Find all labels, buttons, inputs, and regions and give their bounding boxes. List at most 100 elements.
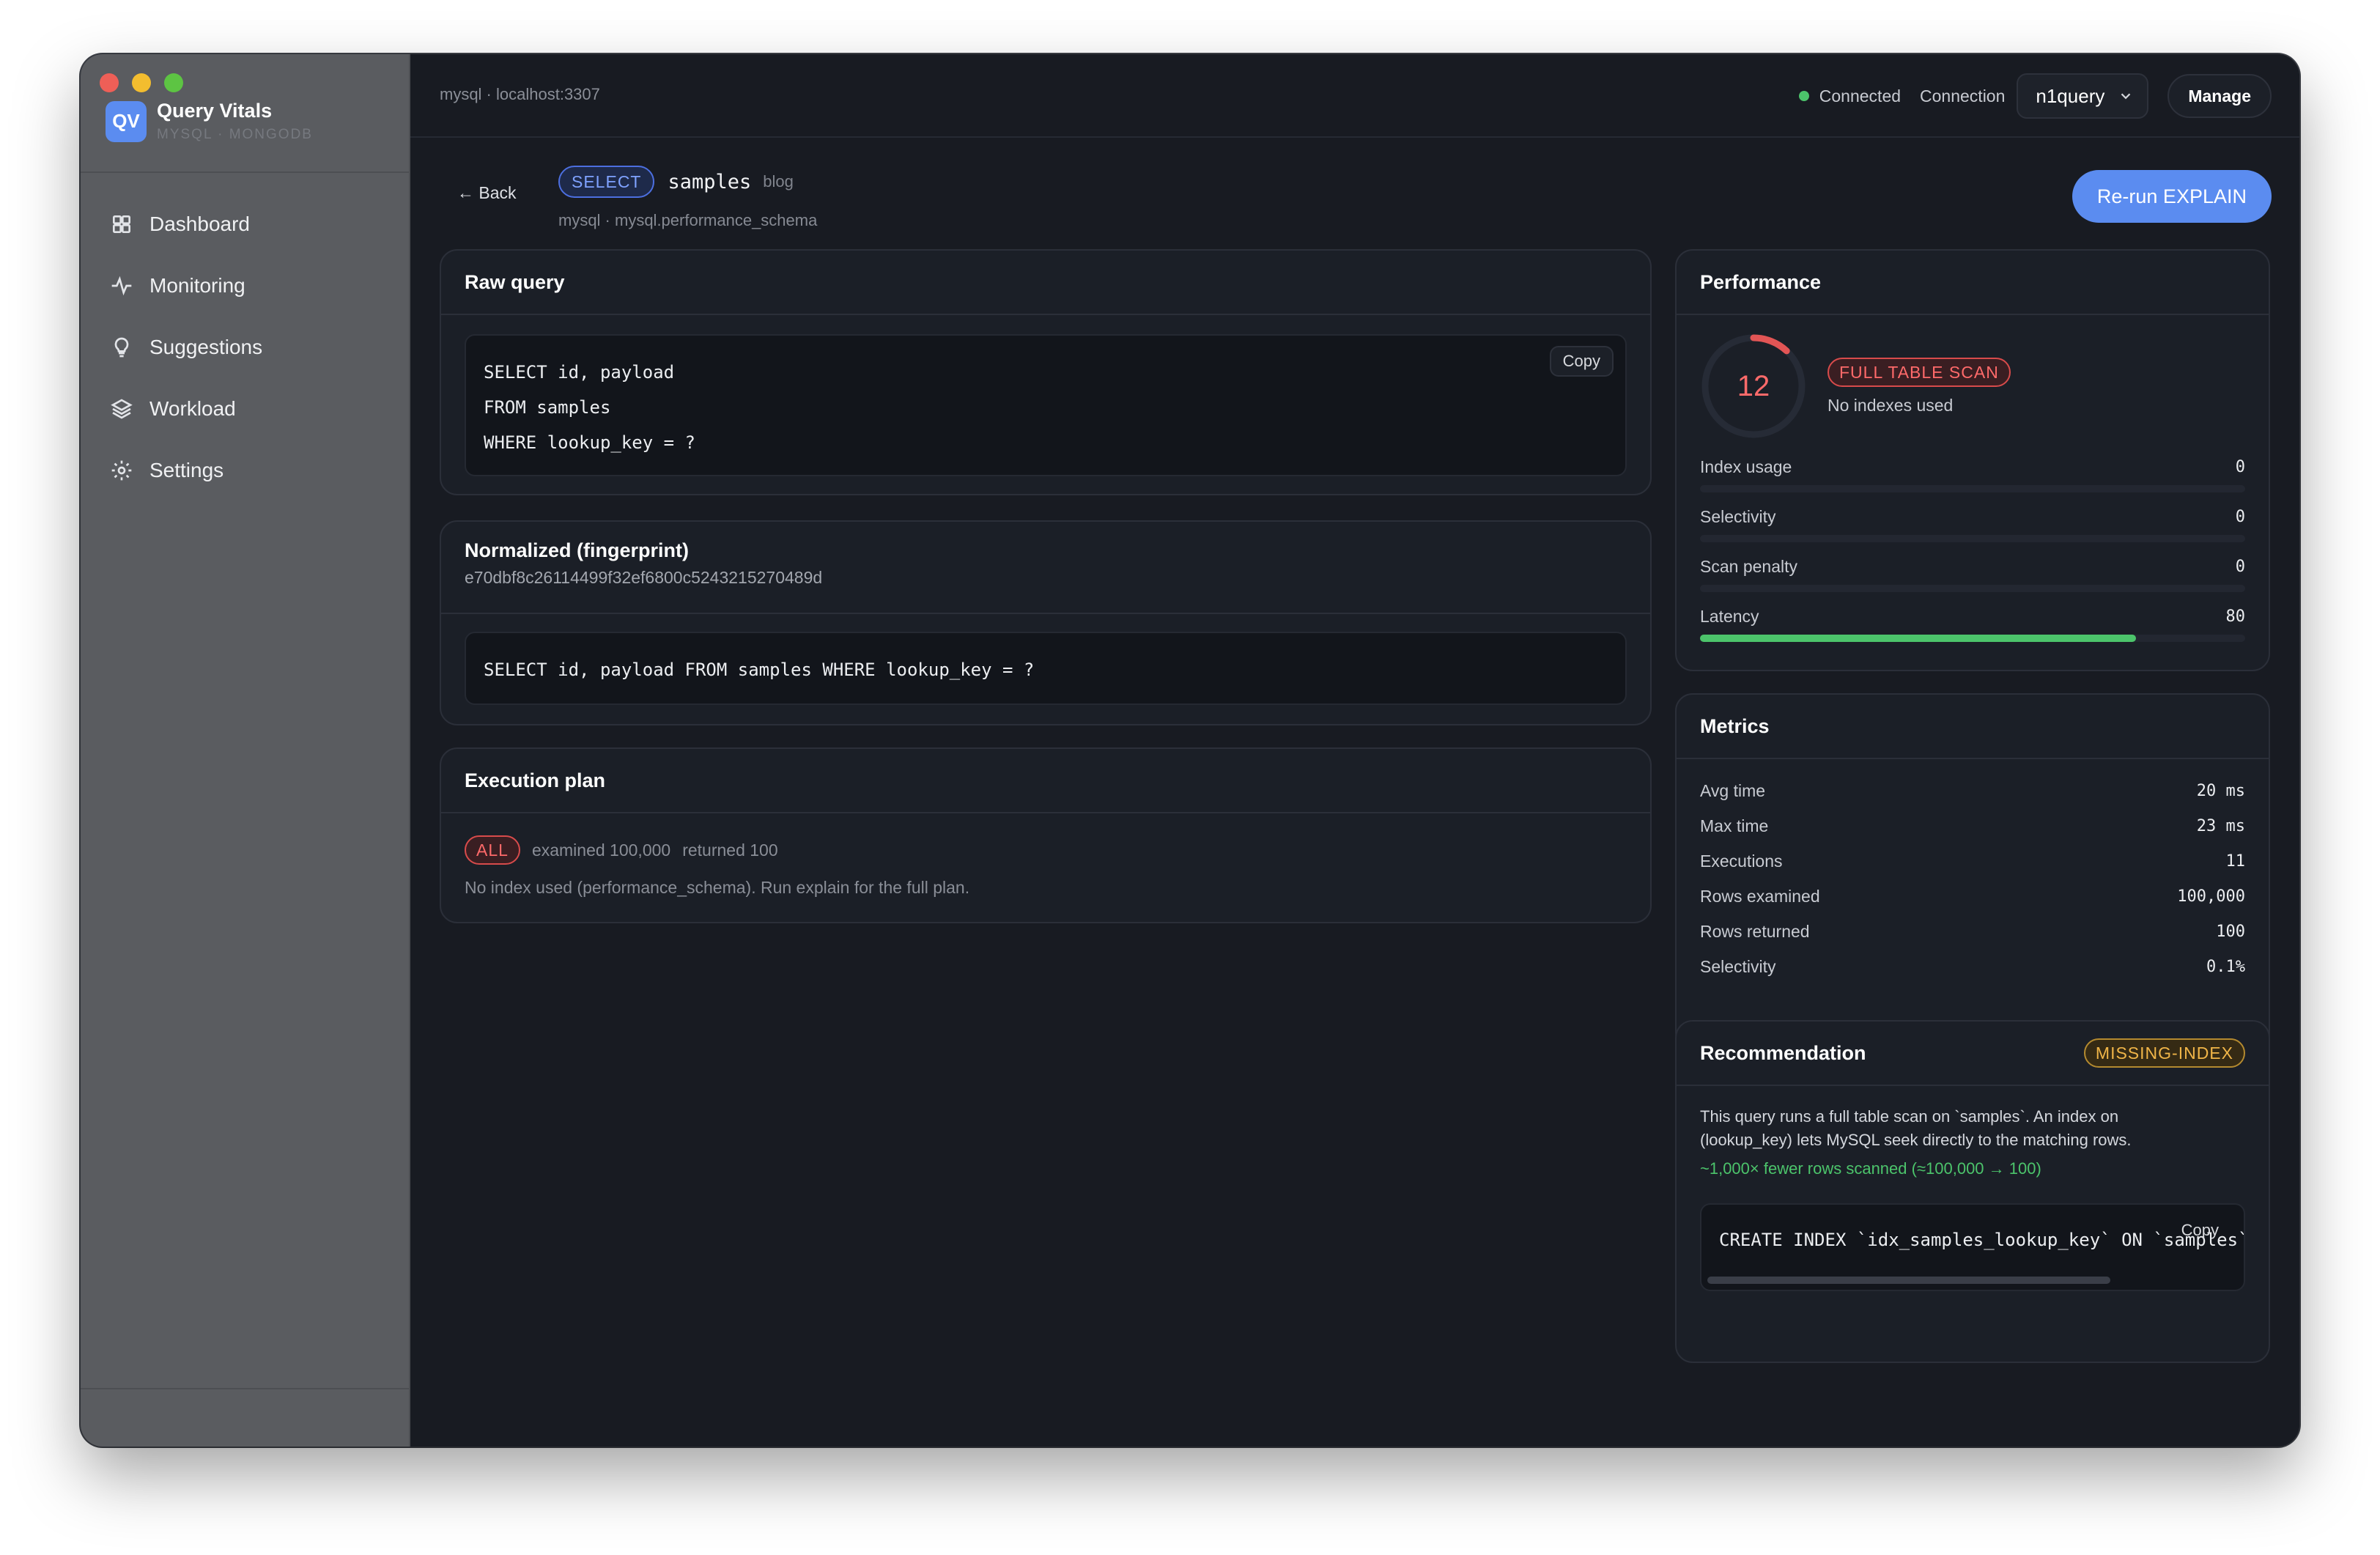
recommendation-impact: ~1,000× fewer rows scanned (≈100,000 → 1… <box>1700 1159 2041 1178</box>
connection-select-value: n1query <box>2036 84 2105 107</box>
query-database: blog <box>763 172 794 191</box>
perf-bar-track <box>1700 585 2245 592</box>
metric-value: 100 <box>2216 923 2245 941</box>
metric-value: 23 ms <box>2196 817 2245 835</box>
minimize-window-button[interactable] <box>132 73 151 92</box>
card-title: Raw query <box>465 270 565 293</box>
app-name: Query Vitals <box>157 100 273 122</box>
horizontal-scrollbar[interactable] <box>1707 1277 2110 1284</box>
copy-sql-button[interactable]: Copy <box>2168 1215 2232 1246</box>
chevron-down-icon <box>2121 93 2131 100</box>
perf-label: Scan penalty <box>1700 557 1797 576</box>
sidebar-item-suggestions[interactable]: Suggestions <box>98 317 391 378</box>
manage-button[interactable]: Manage <box>2168 74 2272 118</box>
sidebar-item-settings[interactable]: Settings <box>98 440 391 501</box>
metric-label: Max time <box>1700 816 1769 835</box>
metric-row: Rows examined 100,000 <box>1700 887 2245 906</box>
metric-row: Executions 11 <box>1700 852 2245 871</box>
metric-row: Selectivity 0.1% <box>1700 957 2245 977</box>
sidebar-item-dashboard[interactable]: Dashboard <box>98 193 391 255</box>
normalized-query-code: SELECT id, payload FROM samples WHERE lo… <box>465 632 1627 705</box>
perf-row-index-usage: Index usage 0 <box>1700 457 2245 477</box>
query-source: mysql · mysql.performance_schema <box>558 211 818 229</box>
performance-card: Performance 12 FULL TABLE SCAN No indexe… <box>1675 249 2270 671</box>
sidebar-footer-divider <box>81 1388 409 1389</box>
perf-label: Index usage <box>1700 457 1792 476</box>
app-window: QV Query Vitals MYSQL · MONGODB Dashboar… <box>81 54 2299 1447</box>
code-line: WHERE lookup_key = ? <box>484 432 695 453</box>
fingerprint-hash: e70dbf8c26114499f32ef6800c5243215270489d <box>465 568 823 587</box>
close-window-button[interactable] <box>100 73 119 92</box>
recommendation-text-line: (lookup_key) lets MySQL seek directly to… <box>1700 1131 2132 1149</box>
pulse-icon <box>111 276 132 296</box>
card-title: Execution plan <box>465 769 606 791</box>
perf-label: Latency <box>1700 607 1759 626</box>
perf-row-selectivity: Selectivity 0 <box>1700 507 2245 527</box>
raw-query-code: SELECT id, payload FROM samples WHERE lo… <box>465 334 1627 476</box>
perf-row-scan-penalty: Scan penalty 0 <box>1700 557 2245 577</box>
connection-label: Connection <box>1920 86 2006 106</box>
connection-status: Connected <box>1819 86 1902 106</box>
brand: QV Query Vitals MYSQL · MONGODB <box>106 100 313 143</box>
card-title: Metrics <box>1700 714 1770 737</box>
main-content: mysql · localhost:3307 Connected Connect… <box>410 54 2299 1447</box>
query-type-badge: SELECT <box>558 166 655 198</box>
window-controls <box>100 73 183 92</box>
score-gauge: 12 <box>1699 331 1808 441</box>
card-title: Recommendation <box>1700 1041 1866 1064</box>
metric-value: 100,000 <box>2177 887 2245 906</box>
perf-value: 0 <box>2235 558 2245 576</box>
sql-line: CREATE INDEX `idx_samples_lookup_key` ON… <box>1719 1230 2245 1250</box>
rows-examined: examined 100,000 <box>531 840 671 860</box>
recommendation-sql-code: CREATE INDEX `idx_samples_lookup_key` ON… <box>1700 1203 2245 1291</box>
metric-label: Avg time <box>1700 781 1766 800</box>
metrics-card: Metrics Avg time 20 ms Max time 23 ms Ex… <box>1675 693 2270 1051</box>
sidebar-item-label: Settings <box>149 459 224 481</box>
perf-row-latency: Latency 80 <box>1700 607 2245 627</box>
gear-icon <box>111 460 132 481</box>
grid-icon <box>113 215 130 233</box>
app-subtitle: MYSQL · MONGODB <box>157 127 313 142</box>
sidebar-item-monitoring[interactable]: Monitoring <box>98 255 391 317</box>
layers-icon <box>111 399 133 419</box>
perf-bar-track <box>1700 635 2245 642</box>
lightbulb-icon <box>114 337 129 358</box>
query-header: ← Back SELECT samples blog mysql · mysql… <box>440 166 2272 246</box>
metric-value: 0.1% <box>2206 958 2245 976</box>
performance-score: 12 <box>1737 369 1770 402</box>
sidebar: QV Query Vitals MYSQL · MONGODB Dashboar… <box>81 54 410 1447</box>
sidebar-item-label: Dashboard <box>149 213 250 235</box>
perf-value: 0 <box>2235 508 2245 526</box>
normalized-card: Normalized (fingerprint) e70dbf8c2611449… <box>440 520 1652 725</box>
metric-label: Rows returned <box>1700 922 1810 941</box>
card-title: Performance <box>1700 270 1822 293</box>
code-line: FROM samples <box>484 397 611 418</box>
perf-bar-fill <box>1700 635 2137 642</box>
sidebar-nav: Dashboard Monitoring Suggestions Workloa… <box>98 193 391 501</box>
query-table-name: samples <box>668 170 752 193</box>
card-title: Normalized (fingerprint) <box>465 539 690 561</box>
perf-value: 0 <box>2235 458 2245 476</box>
metric-label: Executions <box>1700 852 1783 871</box>
metric-label: Selectivity <box>1700 957 1776 976</box>
metric-label: Rows examined <box>1700 887 1820 906</box>
connection-host: mysql · localhost:3307 <box>440 85 600 103</box>
sidebar-item-label: Workload <box>149 397 236 420</box>
rerun-explain-button[interactable]: Re-run EXPLAIN <box>2072 170 2272 223</box>
scan-type-badge: FULL TABLE SCAN <box>1828 358 2011 387</box>
sidebar-item-workload[interactable]: Workload <box>98 378 391 440</box>
raw-query-card: Raw query SELECT id, payload FROM sample… <box>440 249 1652 495</box>
metric-row: Avg time 20 ms <box>1700 781 2245 801</box>
back-button[interactable]: ← Back <box>457 183 517 203</box>
plan-note: No index used (performance_schema). Run … <box>465 878 970 897</box>
recommendation-card: Recommendation MISSING-INDEX This query … <box>1675 1020 2270 1363</box>
recommendation-type-badge: MISSING-INDEX <box>2083 1038 2245 1068</box>
copy-query-button[interactable]: Copy <box>1549 346 1614 377</box>
perf-bar-track <box>1700 535 2245 542</box>
metric-row: Rows returned 100 <box>1700 922 2245 942</box>
perf-value: 80 <box>2225 607 2246 626</box>
connection-select[interactable]: n1query <box>2017 73 2149 119</box>
topbar: mysql · localhost:3307 Connected Connect… <box>410 54 2299 138</box>
maximize-window-button[interactable] <box>164 73 183 92</box>
sidebar-divider <box>81 171 409 173</box>
